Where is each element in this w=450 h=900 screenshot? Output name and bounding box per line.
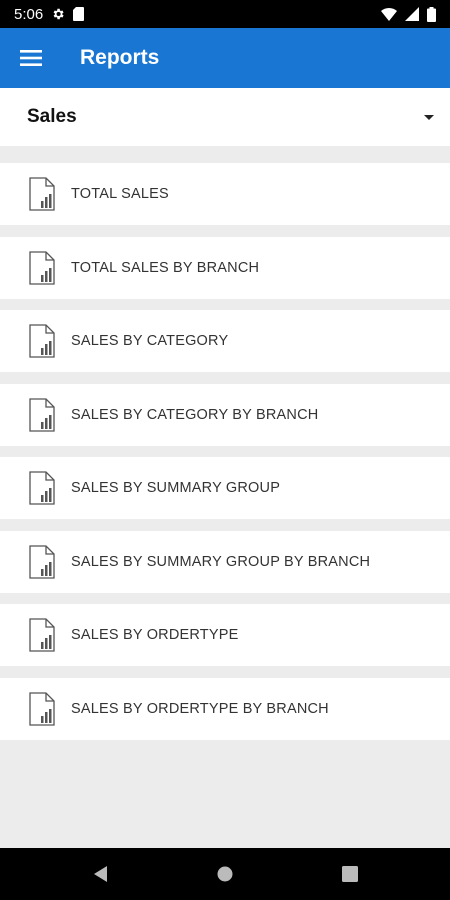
- status-right: [381, 6, 436, 22]
- report-chart-icon: [27, 177, 59, 211]
- report-list: TOTAL SALES TOTAL SALES BY BRANCH SALES …: [0, 146, 450, 751]
- report-chart-icon: [27, 618, 59, 652]
- hamburger-menu-icon[interactable]: [18, 45, 44, 71]
- system-nav-bar: [0, 848, 450, 900]
- status-bar: 5:06: [0, 0, 450, 28]
- report-item-sales-by-summary-group[interactable]: SALES BY SUMMARY GROUP: [0, 457, 450, 519]
- report-item-label: TOTAL SALES: [71, 186, 169, 202]
- report-item-sales-by-ordertype[interactable]: SALES BY ORDERTYPE: [0, 604, 450, 666]
- report-item-sales-by-category-by-branch[interactable]: SALES BY CATEGORY BY BRANCH: [0, 383, 450, 446]
- report-item-label: SALES BY CATEGORY BY BRANCH: [71, 406, 319, 423]
- battery-icon: [427, 6, 436, 22]
- settings-gear-icon: [51, 7, 65, 21]
- sim-card-icon: [73, 7, 85, 21]
- category-selected-value: Sales: [27, 106, 77, 127]
- report-item-label: SALES BY SUMMARY GROUP: [71, 480, 281, 496]
- report-chart-icon: [27, 471, 59, 505]
- status-left: 5:06: [14, 5, 85, 23]
- report-item-label: SALES BY CATEGORY: [71, 333, 229, 349]
- report-chart-icon: [27, 250, 59, 285]
- home-icon[interactable]: [215, 864, 235, 884]
- report-item-total-sales[interactable]: TOTAL SALES: [0, 163, 450, 225]
- report-item-sales-by-ordertype-by-branch[interactable]: SALES BY ORDERTYPE BY BRANCH: [0, 677, 450, 740]
- recents-icon[interactable]: [340, 864, 360, 884]
- wifi-icon: [381, 7, 397, 21]
- report-item-sales-by-summary-group-by-branch[interactable]: SALES BY SUMMARY GROUP BY BRANCH: [0, 530, 450, 593]
- category-dropdown[interactable]: Sales: [0, 88, 450, 146]
- report-chart-icon: [27, 397, 59, 432]
- report-item-total-sales-by-branch[interactable]: TOTAL SALES BY BRANCH: [0, 236, 450, 299]
- report-item-label: SALES BY SUMMARY GROUP BY BRANCH: [71, 553, 371, 570]
- back-icon[interactable]: [90, 864, 110, 884]
- report-item-label: SALES BY ORDERTYPE BY BRANCH: [71, 700, 329, 717]
- report-item-label: TOTAL SALES BY BRANCH: [71, 259, 260, 276]
- status-time: 5:06: [14, 5, 44, 23]
- report-chart-icon: [27, 691, 59, 726]
- signal-icon: [405, 7, 419, 21]
- report-chart-icon: [27, 324, 59, 358]
- dropdown-arrow-icon: [424, 114, 434, 120]
- report-item-sales-by-category[interactable]: SALES BY CATEGORY: [0, 310, 450, 372]
- report-item-label: SALES BY ORDERTYPE: [71, 627, 239, 643]
- report-chart-icon: [27, 544, 59, 579]
- page-title: Reports: [80, 46, 160, 69]
- app-bar: Reports: [0, 28, 450, 88]
